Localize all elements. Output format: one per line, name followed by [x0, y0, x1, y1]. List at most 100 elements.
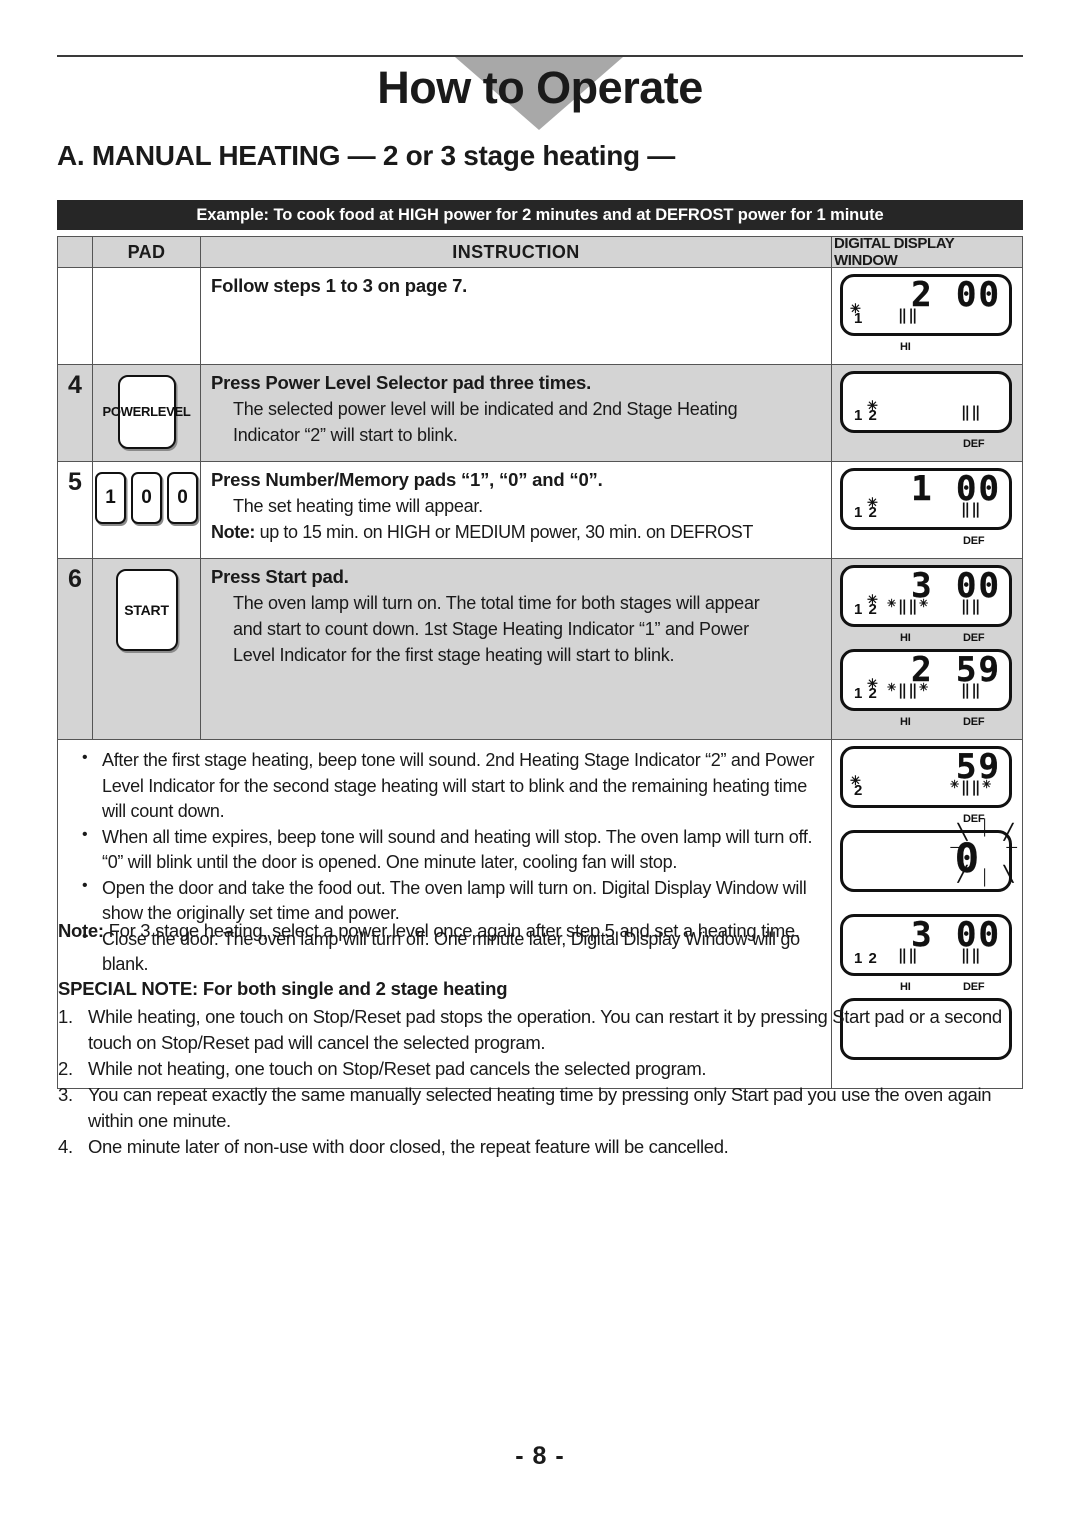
footer-note-text: For 3 stage heating, select a power leve…: [103, 920, 800, 941]
display-label-def: DEF: [963, 535, 985, 547]
power-level-bars-def: ‖‖: [961, 778, 982, 796]
instruction-note-label: Note:: [211, 522, 255, 543]
display-window: 1 2 ✳ ‖‖: [840, 371, 1012, 433]
instruction-body-line-1: and start to count down. 1st Stage Heati…: [233, 619, 749, 640]
stage-indicator: 1 2: [854, 950, 878, 967]
instruction-body-line-1: Indicator “2” will start to blink.: [233, 425, 458, 446]
power-level-pad[interactable]: POWER LEVEL: [102, 375, 191, 449]
footer-note-label: Note:: [58, 920, 104, 941]
number-pad-1-0[interactable]: 1: [95, 472, 126, 524]
step-number: 6: [58, 559, 93, 739]
step-number: 4: [58, 365, 93, 461]
instruction-title: Press Number/Memory pads “1”, “0” and “0…: [211, 469, 603, 490]
stage-blink-ray: ✳: [867, 676, 878, 691]
instruction-cell: Press Start pad. The oven lamp will turn …: [201, 559, 832, 739]
display-cell: 2 00 1 ✳ ‖‖ HI: [832, 268, 1022, 364]
display-label-hi: HI: [900, 632, 911, 644]
document-page: How to Operate A. MANUAL HEATING — 2 or …: [0, 0, 1080, 1524]
instruction-block: Press Start pad. The oven lamp will turn …: [211, 564, 823, 669]
display-window: 59 2 ✳ ‖‖ ✳ ✳: [840, 746, 1012, 808]
display-label-def: DEF: [963, 438, 985, 450]
list-item-number: 2.: [58, 1058, 73, 1080]
page-title: How to Operate: [377, 62, 703, 113]
display-window-wrap: 0 ─ ─ ╲ ╱ ╱ ╲ │ │: [840, 819, 1017, 910]
display-window-wrap: 59 2 ✳ ‖‖ ✳ ✳ DEF: [840, 746, 1014, 826]
blink-ray: ╱: [957, 866, 967, 883]
bar-blink-ray: ✳: [919, 682, 929, 694]
display-label-hi: HI: [900, 341, 911, 353]
stage-blink-ray: ✳: [850, 301, 861, 316]
column-header-display: DIGITAL DISPLAY WINDOW: [834, 235, 955, 269]
instruction-title: Follow steps 1 to 3 on page 7.: [211, 275, 468, 296]
example-banner: Example: To cook food at HIGH power for …: [57, 200, 1023, 230]
blink-ray: ─: [950, 839, 961, 856]
display-label-hi: HI: [900, 716, 911, 728]
instruction-block: Press Power Level Selector pad three tim…: [211, 370, 823, 448]
start-pad[interactable]: START: [115, 569, 178, 651]
table-row: 4 POWER LEVEL Press Power Level Selector pa…: [58, 365, 1022, 462]
power-level-bars-hi: ‖‖: [898, 946, 919, 964]
number-pad-0-2[interactable]: 0: [167, 472, 198, 524]
power-level-bars-hi: ‖‖: [898, 681, 919, 699]
blink-ray: │: [980, 869, 990, 886]
list-item-number: 4.: [58, 1136, 73, 1158]
display-digits: 1 00: [911, 469, 1001, 509]
list-item: 2. While not heating, one touch on Stop/R…: [58, 1056, 1038, 1082]
power-level-pad-line-0: POWER: [102, 404, 151, 420]
special-note-heading: SPECIAL NOTE: For both single and 2 stag…: [58, 978, 508, 999]
number-pad-group[interactable]: 100: [95, 472, 198, 524]
bar-blink-ray: ✳: [887, 598, 897, 610]
column-header-step: [58, 237, 93, 267]
power-level-bars-def: ‖‖: [961, 500, 982, 518]
step-number: 5: [58, 462, 93, 558]
number-pad-0-1[interactable]: 0: [131, 472, 162, 524]
display-digits: 2 00: [911, 275, 1001, 315]
list-item-text: One minute later of non-use with door cl…: [88, 1136, 729, 1158]
list-item: 1. While heating, one touch on Stop/Reset…: [58, 1004, 1038, 1056]
display-window-wrap: 2 59 1 2 ✳ ‖‖ ✳ ✳ ‖‖ HI DEF: [840, 649, 1014, 729]
section-title: A. MANUAL HEATING — 2 or 3 stage heating…: [57, 140, 675, 171]
bar-blink-ray: ✳: [982, 779, 992, 791]
instruction-title: Press Start pad.: [211, 566, 349, 587]
display-labels: DEF: [840, 535, 1014, 548]
power-level-bars-def: ‖‖: [961, 946, 982, 964]
instruction-body-line-0: The selected power level will be indicat…: [233, 399, 738, 420]
list-item: After the first stage heating, beep tone…: [70, 747, 817, 825]
table-header-row: PAD INSTRUCTION DIGITAL DISPLAY WINDOW: [58, 235, 1022, 269]
power-level-pad-line-1: LEVEL: [150, 404, 191, 420]
display-window: 2 00 1 ✳ ‖‖: [840, 274, 1012, 336]
blink-ray: ╲: [1003, 866, 1013, 883]
display-labels: HI DEF: [840, 632, 1014, 645]
display-labels: [840, 897, 1014, 910]
table-row: Follow steps 1 to 3 on page 7. 2 00 1 ✳ ‖‖ HI: [58, 268, 1022, 365]
list-item: When all time expires, beep tone will so…: [70, 824, 817, 876]
power-level-bars-def: ‖‖: [961, 597, 982, 615]
stage-blink-ray: ✳: [867, 495, 878, 510]
instruction-note-text: up to 15 min. on HIGH or MEDIUM power, 3…: [255, 522, 754, 543]
display-cell: 3 00 1 2 ✳ ‖‖ ✳ ✳ ‖‖ HI DEF 2 59 1 2 ✳ ‖‖ ✳ ✳ ‖‖ HI DEF: [832, 559, 1022, 739]
blink-ray: │: [980, 819, 990, 836]
display-window: 0 ─ ─ ╲ ╱ ╱ ╲ │ │: [840, 819, 1017, 892]
display-window: 2 59 1 2 ✳ ‖‖ ✳ ✳ ‖‖: [840, 649, 1012, 711]
instruction-block: Press Number/Memory pads “1”, “0” and “0…: [211, 467, 823, 545]
power-level-bars-def: ‖‖: [961, 681, 982, 699]
instruction-body-line-0: The set heating time will appear.: [233, 496, 483, 517]
procedure-table: PAD INSTRUCTION DIGITAL DISPLAY WINDOW Foll…: [57, 235, 1023, 1089]
power-level-bars-hi: ‖‖: [898, 597, 919, 615]
display-window-wrap: 1 2 ✳ ‖‖ DEF: [840, 371, 1014, 451]
display-cell: 1 00 1 2 ✳ ‖‖ DEF: [832, 462, 1022, 558]
instruction-cell: Press Power Level Selector pad three tim…: [201, 365, 832, 461]
list-item-text: While heating, one touch on Stop/Reset p…: [88, 1006, 1002, 1054]
display-window: 3 00 1 2 ✳ ‖‖ ✳ ✳ ‖‖: [840, 565, 1012, 627]
display-window-wrap: 2 00 1 ✳ ‖‖ HI: [840, 274, 1014, 354]
stage-blink-ray: ✳: [850, 773, 861, 788]
display-window: 1 00 1 2 ✳ ‖‖: [840, 468, 1012, 530]
instruction-cell: Press Number/Memory pads “1”, “0” and “0…: [201, 462, 832, 558]
display-labels: HI DEF: [840, 716, 1014, 729]
power-level-bars-def: ‖‖: [961, 403, 982, 421]
bar-blink-ray: ✳: [919, 598, 929, 610]
blink-ray: ─: [1006, 839, 1017, 856]
table-row: 6 START Press Start pad. The oven lamp will…: [58, 559, 1022, 740]
display-label-def: DEF: [963, 632, 985, 644]
page-number: - 8 -: [515, 1442, 565, 1470]
